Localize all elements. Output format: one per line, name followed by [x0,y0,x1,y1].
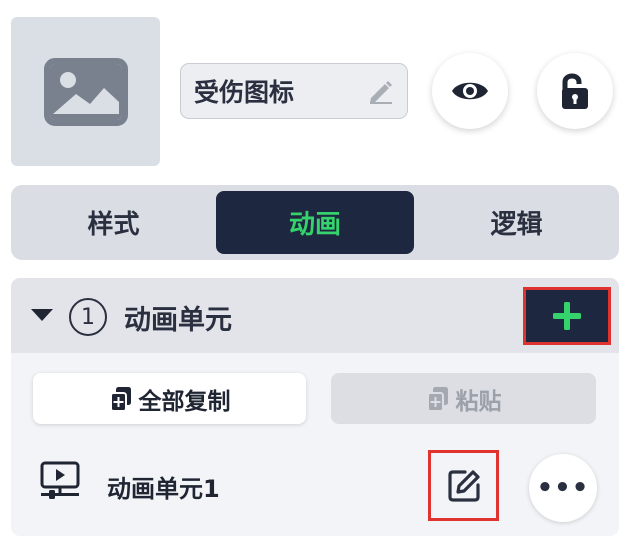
name-field[interactable]: 受伤图标 [180,63,408,119]
copy-all-label: 全部复制 [138,388,231,415]
tab-logic[interactable]: 逻辑 [414,191,619,254]
paste-label: 粘贴 [455,388,502,415]
edit-animation-unit-button[interactable] [428,450,499,521]
copy-icon [109,386,131,412]
unlock-icon [562,73,588,109]
plus-icon [553,302,581,330]
caret-down-icon[interactable] [30,308,54,322]
image-thumbnail[interactable] [11,17,160,166]
copy-all-button[interactable]: 全部复制 [33,373,306,424]
animation-unit-row[interactable]: 动画单元1 ••• [11,446,619,526]
animation-unit-icon [40,461,80,499]
image-icon [43,57,128,126]
group-index-badge: 1 [69,298,107,336]
animation-group-panel: 1 动画单元 全部复制 粘贴 动画单元1 ••• [11,278,619,536]
tab-style[interactable]: 样式 [11,191,216,254]
add-animation-unit-button[interactable] [523,287,611,345]
edit-icon [447,469,480,502]
pencil-icon[interactable] [367,77,395,105]
visibility-button[interactable] [432,53,508,129]
paste-button[interactable]: 粘贴 [331,373,596,424]
more-options-button[interactable]: ••• [529,454,597,522]
tab-bar: 样式 动画 逻辑 [11,185,619,260]
animation-group-header[interactable]: 1 动画单元 [11,278,619,353]
tab-animation[interactable]: 动画 [216,191,414,254]
name-field-value: 受伤图标 [194,78,295,107]
lock-button[interactable] [537,53,613,129]
group-title: 动画单元 [124,305,232,336]
eye-icon [452,82,488,100]
animation-unit-label: 动画单元1 [107,475,220,503]
paste-icon [426,386,448,412]
